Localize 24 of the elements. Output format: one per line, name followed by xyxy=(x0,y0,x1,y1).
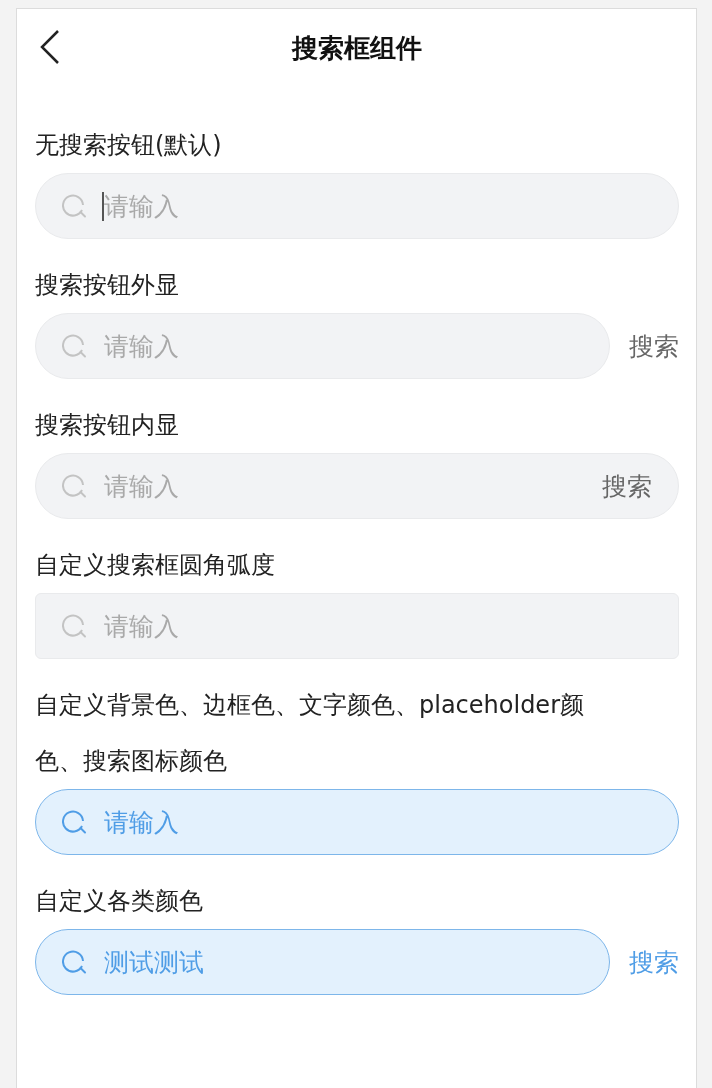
search-icon xyxy=(62,333,88,359)
search-icon xyxy=(62,809,88,835)
back-icon[interactable] xyxy=(39,29,61,65)
search-input[interactable]: 请输入 xyxy=(104,471,586,501)
page-title: 搜索框组件 xyxy=(291,31,422,65)
section-label: 搜索按钮内显 xyxy=(35,410,180,441)
search-button[interactable]: 搜索 xyxy=(629,945,679,979)
search-icon xyxy=(62,949,88,975)
search-input[interactable]: 请输入 xyxy=(104,807,652,837)
search-bar[interactable]: 请输入 xyxy=(35,789,679,855)
section-label: 自定义背景色、边框色、文字颜色、placeholder颜色、搜索图标颜色 xyxy=(35,690,585,777)
section-label: 无搜索按钮(默认) xyxy=(35,130,223,161)
section-label: 自定义各类颜色 xyxy=(35,886,204,917)
search-input[interactable]: 请输入 xyxy=(104,611,652,641)
search-button[interactable]: 搜索 xyxy=(602,469,652,503)
search-icon xyxy=(62,613,88,639)
search-bar[interactable]: 请输入 搜索 xyxy=(35,453,679,519)
search-icon xyxy=(62,193,88,219)
search-input[interactable]: 请输入 xyxy=(104,331,583,361)
search-icon xyxy=(62,473,88,499)
search-button[interactable]: 搜索 xyxy=(629,329,679,363)
section-label: 自定义搜索框圆角弧度 xyxy=(35,550,276,581)
search-input[interactable]: 请输入 xyxy=(102,191,652,221)
section-label: 搜索按钮外显 xyxy=(35,270,180,301)
